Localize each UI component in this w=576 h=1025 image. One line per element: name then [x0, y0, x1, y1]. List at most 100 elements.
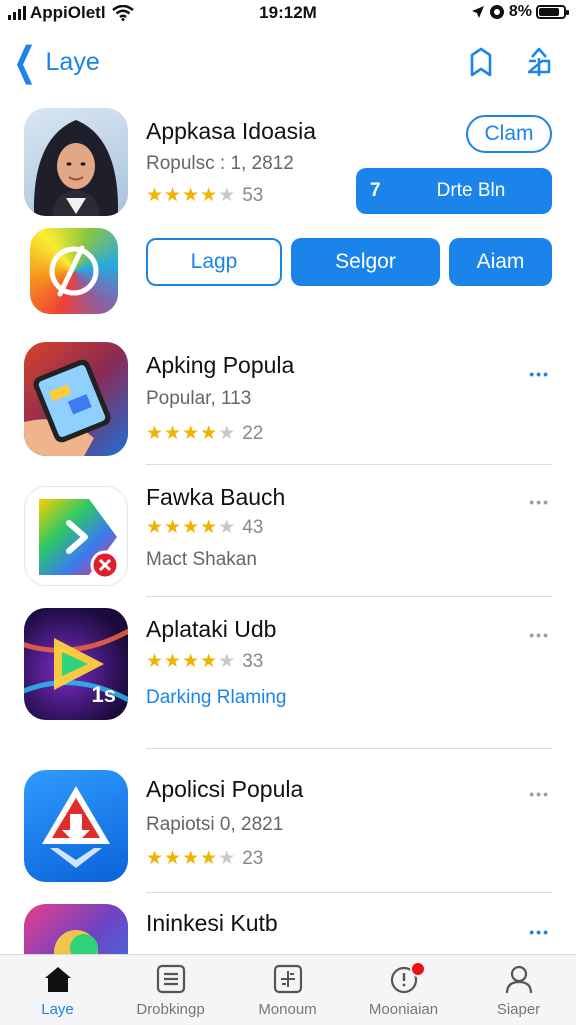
- star-filled-icon: ★: [200, 651, 219, 672]
- rating-count: 43: [242, 517, 264, 538]
- phone-in-hand-icon: [24, 359, 111, 456]
- star-rating: ★★★★★ 43: [146, 516, 263, 539]
- row-separator: [146, 596, 552, 597]
- get-button[interactable]: Clam: [466, 115, 552, 153]
- notification-badge: [410, 961, 426, 977]
- share-icon[interactable]: [524, 46, 554, 78]
- button-row: Lagp Selgor Aiam: [0, 226, 576, 318]
- app-name: Apking Popula: [146, 352, 295, 378]
- tab-drobkingp[interactable]: Drobkingp: [113, 955, 228, 1025]
- tab-siaper[interactable]: Siaper: [461, 955, 576, 1025]
- battery-icon: [536, 5, 569, 19]
- battery-percent: 8%: [508, 3, 532, 20]
- star-empty-icon: ★: [218, 848, 237, 869]
- star-filled-icon: ★: [182, 848, 201, 869]
- star-filled-icon: ★: [146, 185, 165, 206]
- app-row[interactable]: 1s Aplataki Udb ★★★★★ 33 Darking Rlaming …: [0, 608, 576, 749]
- app-icon-blue: [24, 770, 128, 882]
- rating-count: 33: [242, 651, 264, 672]
- star-filled-icon: ★: [164, 423, 183, 444]
- colorful-logo-icon: [54, 930, 98, 954]
- play-triangle-icon: [39, 499, 120, 580]
- app-row[interactable]: Apolicsi Popula Rapiotsi 0, 2821 ★★★★★ 23…: [0, 770, 576, 893]
- tab-label: Monoum: [258, 1001, 317, 1018]
- rating-count: 22: [242, 423, 264, 444]
- star-filled-icon: ★: [146, 848, 165, 869]
- app-row[interactable]: Appkasa Idoasia Ropulsc : 1, 2812 ★★★★★ 5…: [0, 108, 576, 218]
- tab-bar: Laye Drobkingp Monoum Mooniaian Siaper: [0, 954, 576, 1025]
- app-icon-partial: [24, 904, 128, 954]
- app-row[interactable]: Ininkesi Kutb •••: [0, 904, 576, 954]
- star-filled-icon: ★: [182, 517, 201, 538]
- selgor-button[interactable]: Selgor: [291, 238, 440, 286]
- app-icon-play: [24, 486, 128, 586]
- star-rating: ★★★★★ 22: [146, 422, 263, 445]
- star-filled-icon: ★: [146, 517, 165, 538]
- tab-label: Laye: [41, 1001, 74, 1018]
- location-icon: [471, 6, 484, 18]
- status-bar: AppiOletl 19:12M 8%: [0, 0, 576, 26]
- more-icon[interactable]: •••: [529, 924, 550, 940]
- action-icon: 7: [370, 180, 381, 201]
- tab-label: Mooniaian: [368, 1001, 439, 1018]
- app-icon-phone: [24, 342, 128, 456]
- app-subtitle: Darking Rlaming: [146, 687, 287, 708]
- app-name: Aplataki Udb: [146, 616, 277, 642]
- app-row[interactable]: Apking Popula Popular, 113 ★★★★★ 22 •••: [0, 340, 576, 465]
- star-empty-icon: ★: [218, 517, 237, 538]
- nav-bar: ❮ Laye: [0, 36, 576, 88]
- star-filled-icon: ★: [182, 185, 201, 206]
- app-icon-label: 1s: [91, 682, 116, 707]
- app-icon-dark-play: 1s: [24, 608, 128, 720]
- star-empty-icon: ★: [218, 423, 237, 444]
- status-right: 8%: [471, 3, 569, 21]
- star-filled-icon: ★: [200, 848, 219, 869]
- star-filled-icon: ★: [182, 651, 201, 672]
- person-portrait-icon: [33, 120, 119, 216]
- tab-label: Drobkingp: [136, 1001, 205, 1018]
- home-icon: [45, 967, 71, 992]
- rating-count: 23: [242, 848, 264, 869]
- app-name: Appkasa Idoasia: [146, 118, 317, 144]
- star-rating: ★★★★★ 33: [146, 650, 263, 673]
- tab-mooniaian[interactable]: Mooniaian: [346, 955, 461, 1025]
- more-icon[interactable]: •••: [529, 366, 550, 382]
- primary-action-button[interactable]: 7 Drte Bln: [356, 168, 552, 214]
- star-filled-icon: ★: [200, 185, 219, 206]
- star-filled-icon: ★: [146, 651, 165, 672]
- star-filled-icon: ★: [182, 423, 201, 444]
- star-empty-icon: ★: [218, 651, 237, 672]
- calculator-icon: [273, 964, 303, 994]
- star-rating: ★★★★★ 53: [146, 184, 263, 207]
- star-filled-icon: ★: [164, 651, 183, 672]
- rating-count: 53: [242, 185, 264, 206]
- back-button[interactable]: ❮ Laye: [8, 40, 100, 84]
- person-icon: [505, 965, 533, 994]
- back-label: Laye: [45, 47, 100, 76]
- app-name: Apolicsi Popula: [146, 776, 304, 802]
- app-subtitle: Ropulsc : 1, 2812: [146, 153, 294, 174]
- aiam-button[interactable]: Aiam: [449, 238, 552, 286]
- chevron-left-icon: ❮: [13, 40, 37, 84]
- app-row[interactable]: Fawka Bauch ★★★★★ 43 Mact Shakan •••: [0, 482, 576, 597]
- star-filled-icon: ★: [146, 423, 165, 444]
- bookmark-icon[interactable]: [466, 46, 496, 78]
- app-subtitle: Mact Shakan: [146, 549, 257, 570]
- app-subtitle: Rapiotsi 0, 2821: [146, 814, 284, 835]
- lagp-button[interactable]: Lagp: [146, 238, 282, 286]
- app-icon-rainbow: [30, 228, 118, 314]
- orientation-lock-icon: [489, 5, 504, 19]
- tab-monoum[interactable]: Monoum: [230, 955, 345, 1025]
- star-filled-icon: ★: [164, 517, 183, 538]
- more-icon[interactable]: •••: [529, 627, 550, 643]
- row-separator: [146, 892, 552, 893]
- more-icon[interactable]: •••: [529, 494, 550, 510]
- app-icon-portrait: [24, 108, 128, 216]
- more-icon[interactable]: •••: [529, 786, 550, 802]
- action-label: Drte Bln: [436, 180, 506, 201]
- tab-laye[interactable]: Laye: [0, 955, 115, 1025]
- app-subtitle: Popular, 113: [146, 388, 252, 409]
- star-filled-icon: ★: [164, 185, 183, 206]
- star-rating: ★★★★★ 23: [146, 847, 263, 870]
- app-name: Ininkesi Kutb: [146, 910, 278, 936]
